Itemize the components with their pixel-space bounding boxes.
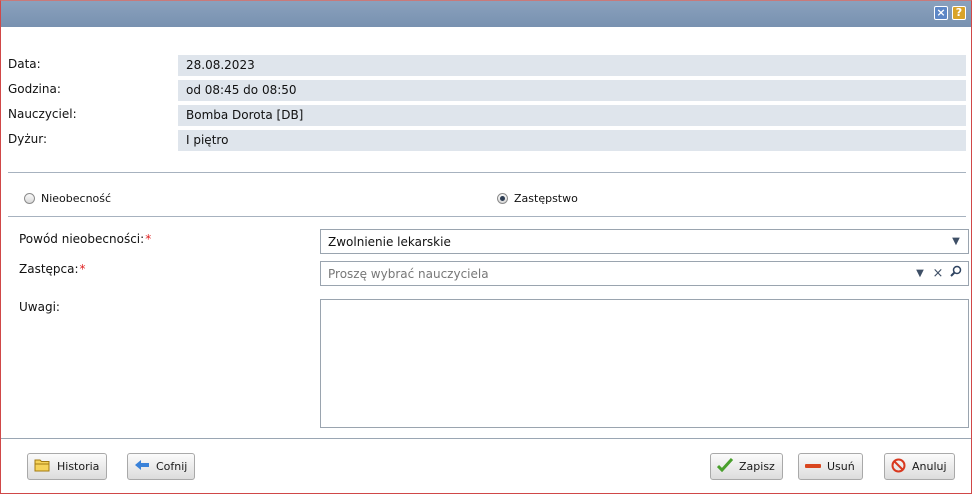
teacher-label: Nauczyciel: [8,107,77,121]
save-label: Zapisz [739,460,775,473]
required-marker: * [145,232,152,246]
radio-absence[interactable]: Nieobecność [24,192,111,205]
radio-substitution[interactable]: Zastępstwo [497,192,578,205]
notes-textarea[interactable] [320,299,969,428]
back-label: Cofnij [156,460,188,473]
save-button[interactable]: Zapisz [710,453,783,480]
reason-label: Powód nieobecności:* [19,232,151,246]
info-row-date: Data: 28.08.2023 [8,55,966,76]
search-icon[interactable] [948,265,964,282]
back-button[interactable]: Cofnij [127,453,196,480]
separator [8,172,966,173]
date-label: Data: [8,57,41,71]
footer-separator [1,438,971,439]
substitute-label: Zastępca:* [19,262,86,276]
notes-label: Uwagi: [19,300,60,314]
info-row-time: Godzina: od 08:45 do 08:50 [8,80,966,101]
checkmark-icon [716,457,734,475]
substitute-placeholder: Proszę wybrać nauczyciela [328,267,489,281]
info-row-teacher: Nauczyciel: Bomba Dorota [DB] [8,105,966,126]
delete-button[interactable]: Usuń [798,453,863,480]
duty-label: Dyżur: [8,132,48,146]
chevron-down-icon[interactable]: ▼ [948,233,964,250]
separator [8,216,966,217]
substitute-select[interactable]: Proszę wybrać nauczyciela ▼ × [320,261,969,286]
substitute-label-text: Zastępca: [19,262,79,276]
folder-icon [34,458,51,475]
arrow-left-icon [134,459,150,474]
duty-value: I piętro [178,130,966,151]
cancel-label: Anuluj [912,460,947,473]
cancel-button[interactable]: Anuluj [884,453,955,480]
substitution-dialog: × ? Data: 28.08.2023 Godzina: od 08:45 d… [0,0,972,494]
delete-label: Usuń [827,460,855,473]
reason-label-text: Powód nieobecności: [19,232,145,246]
radio-substitution-circle[interactable] [497,193,508,204]
radio-substitution-label: Zastępstwo [514,192,578,205]
clear-icon[interactable]: × [930,265,946,282]
required-marker: * [79,262,86,276]
reason-select[interactable]: Zwolnienie lekarskie ▼ [320,229,969,254]
time-value: od 08:45 do 08:50 [178,80,966,101]
history-label: Historia [57,460,100,473]
dialog-titlebar: × ? [1,1,971,27]
minus-icon [805,460,821,473]
close-icon[interactable]: × [934,6,948,20]
cancel-icon [891,458,906,476]
time-label: Godzina: [8,82,61,96]
radio-absence-label: Nieobecność [41,192,112,205]
date-value: 28.08.2023 [178,55,966,76]
teacher-value: Bomba Dorota [DB] [178,105,966,126]
history-button[interactable]: Historia [27,453,108,480]
reason-select-value: Zwolnienie lekarskie [328,235,451,249]
radio-absence-circle[interactable] [24,193,35,204]
chevron-down-icon[interactable]: ▼ [912,265,928,282]
help-icon[interactable]: ? [952,6,966,20]
info-row-duty: Dyżur: I piętro [8,130,966,151]
